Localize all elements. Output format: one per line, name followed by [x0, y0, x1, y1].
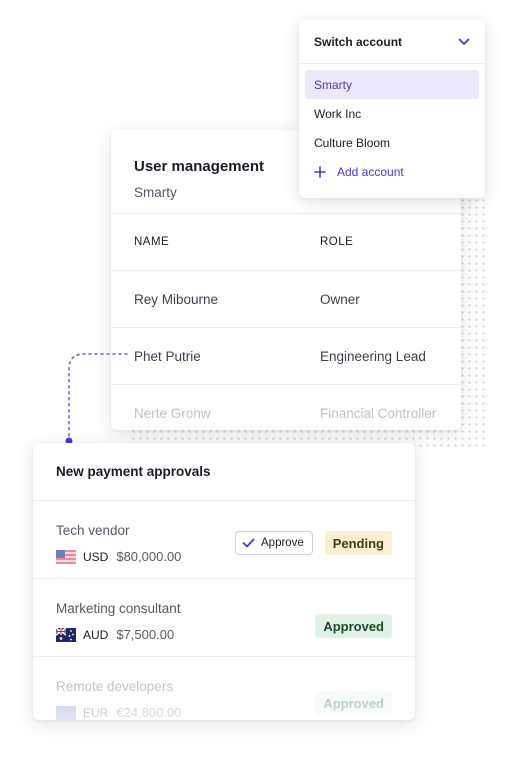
user-name: Rey Mibourne — [134, 291, 219, 307]
payment-approvals-header: New payment approvals — [33, 443, 415, 501]
currency-code: USD — [83, 549, 109, 564]
account-list: Smarty Work Inc Culture Bloom Add accoun… — [299, 64, 485, 186]
column-header-name: NAME — [134, 236, 170, 248]
plus-icon — [314, 165, 326, 178]
payee-name: Tech vendor — [56, 523, 130, 538]
payment-amount: €24,800.00 — [116, 705, 182, 720]
account-option-culture-bloom[interactable]: Culture Bloom — [305, 128, 479, 157]
switch-account-toggle[interactable]: Switch account — [299, 20, 485, 64]
user-name: Nerte Gronw — [134, 405, 211, 421]
payment-amount-row: USD $80,000.00 — [56, 549, 181, 564]
table-header-row: NAME ROLE — [111, 214, 461, 271]
payment-amount-row: EUR €24,800.00 — [56, 705, 181, 720]
status-badge-approved: Approved — [315, 691, 392, 715]
eu-flag-icon — [56, 705, 76, 720]
currency-code: AUD — [83, 627, 109, 642]
status-badge-approved: Approved — [315, 614, 392, 638]
column-header-role: ROLE — [320, 236, 354, 248]
currency-code: EUR — [83, 705, 109, 720]
add-account-button[interactable]: Add account — [305, 157, 479, 186]
payment-approvals-card: New payment approvals Tech vendor USD $8… — [33, 443, 415, 720]
table-row[interactable]: Nerte Gronw Financial Controller — [111, 385, 461, 430]
switch-account-dropdown: Switch account Smarty Work Inc Culture B… — [299, 20, 485, 198]
au-flag-icon — [56, 627, 76, 642]
payment-amount-row: AUD $7,500.00 — [56, 627, 174, 642]
account-option-smarty[interactable]: Smarty — [305, 70, 479, 99]
chevron-down-icon — [458, 38, 470, 45]
user-role: Owner — [320, 291, 360, 307]
approve-button[interactable]: Approve — [235, 531, 313, 555]
payment-approvals-title: New payment approvals — [56, 464, 211, 479]
payee-name: Marketing consultant — [56, 601, 181, 616]
user-role: Financial Controller — [320, 405, 437, 421]
connector-line — [65, 353, 128, 445]
payee-name: Remote developers — [56, 679, 174, 694]
table-row[interactable]: Rey Mibourne Owner — [111, 271, 461, 328]
switch-account-label: Switch account — [314, 34, 403, 49]
payment-amount: $7,500.00 — [116, 627, 175, 642]
us-flag-icon — [56, 549, 76, 564]
user-name: Phet Putrie — [134, 348, 201, 364]
approve-button-label: Approve — [261, 537, 304, 549]
payment-amount: $80,000.00 — [116, 549, 182, 564]
table-row[interactable]: Phet Putrie Engineering Lead — [111, 328, 461, 385]
status-badge-pending: Pending — [324, 531, 392, 555]
add-account-label: Add account — [337, 164, 404, 179]
checkmark-icon — [242, 538, 255, 548]
account-option-work-inc[interactable]: Work Inc — [305, 99, 479, 128]
user-role: Engineering Lead — [320, 348, 426, 364]
